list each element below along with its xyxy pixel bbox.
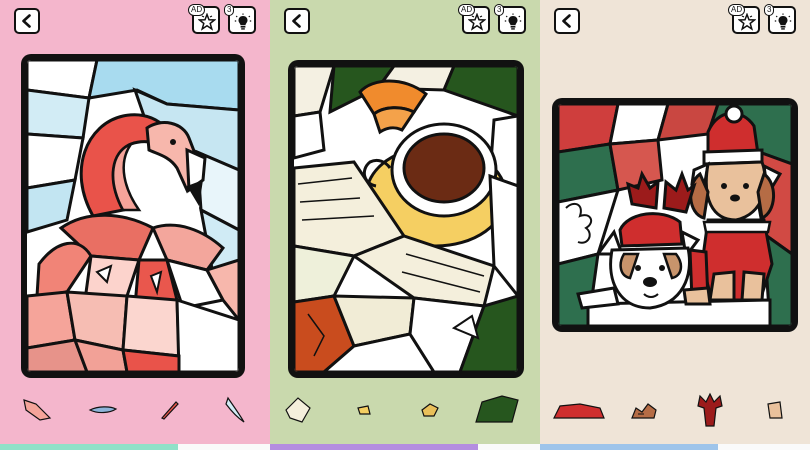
- lightbulb-icon: [234, 13, 252, 30]
- puzzle-piece-3[interactable]: [160, 400, 180, 420]
- chevron-left-icon: [292, 14, 301, 28]
- progress-bar: [0, 444, 270, 450]
- screenshot-collage: AD 3 AD 3 AD 3: [0, 0, 810, 450]
- panel-flamingo: AD 3: [0, 0, 270, 450]
- panel-coffee-book: AD 3: [270, 0, 540, 450]
- progress-bar: [540, 444, 810, 450]
- puzzle-piece-1[interactable]: [552, 402, 606, 420]
- watch-ad-button[interactable]: AD: [458, 4, 490, 34]
- ad-star-icon: [198, 13, 216, 31]
- lightbulb-icon: [504, 13, 522, 30]
- puzzle-piece-4[interactable]: [224, 396, 246, 424]
- lightbulb-icon: [774, 13, 792, 30]
- chevron-left-icon: [562, 14, 571, 28]
- puzzle-piece-1[interactable]: [284, 396, 312, 424]
- ad-star-icon: [738, 13, 756, 31]
- hint-button[interactable]: 3: [764, 4, 796, 34]
- chevron-left-icon: [22, 14, 31, 28]
- progress-bar: [270, 444, 540, 450]
- watch-ad-button[interactable]: AD: [188, 4, 220, 34]
- puzzle-piece-4[interactable]: [766, 400, 784, 420]
- hint-button[interactable]: 3: [494, 4, 526, 34]
- coffee-book-artwork: [294, 66, 518, 372]
- puzzle-piece-3[interactable]: [696, 392, 724, 428]
- back-button[interactable]: [14, 8, 40, 34]
- puzzle-canvas[interactable]: [552, 98, 798, 332]
- back-button[interactable]: [554, 8, 580, 34]
- ad-star-icon: [468, 13, 486, 31]
- panel-christmas-dogs: AD 3: [540, 0, 810, 450]
- puzzle-piece-2[interactable]: [88, 404, 118, 416]
- puzzle-canvas[interactable]: [288, 60, 524, 378]
- puzzle-piece-1[interactable]: [22, 398, 52, 422]
- puzzle-piece-4[interactable]: [474, 394, 520, 426]
- flamingo-artwork: [27, 60, 239, 372]
- puzzle-piece-2[interactable]: [356, 404, 372, 416]
- puzzle-canvas[interactable]: [21, 54, 245, 378]
- puzzle-piece-3[interactable]: [420, 402, 440, 418]
- back-button[interactable]: [284, 8, 310, 34]
- pieces-tray: [540, 392, 810, 428]
- progress-fill: [540, 444, 719, 450]
- hint-count-badge: 3: [494, 4, 505, 16]
- puzzle-piece-2[interactable]: [630, 402, 658, 420]
- pieces-tray: [270, 392, 540, 428]
- christmas-dogs-artwork: [558, 104, 792, 326]
- hint-count-badge: 3: [224, 4, 235, 16]
- hint-button[interactable]: 3: [224, 4, 256, 34]
- pieces-tray: [0, 392, 270, 428]
- progress-fill: [270, 444, 478, 450]
- progress-fill: [0, 444, 179, 450]
- watch-ad-button[interactable]: AD: [728, 4, 760, 34]
- hint-count-badge: 3: [764, 4, 775, 16]
